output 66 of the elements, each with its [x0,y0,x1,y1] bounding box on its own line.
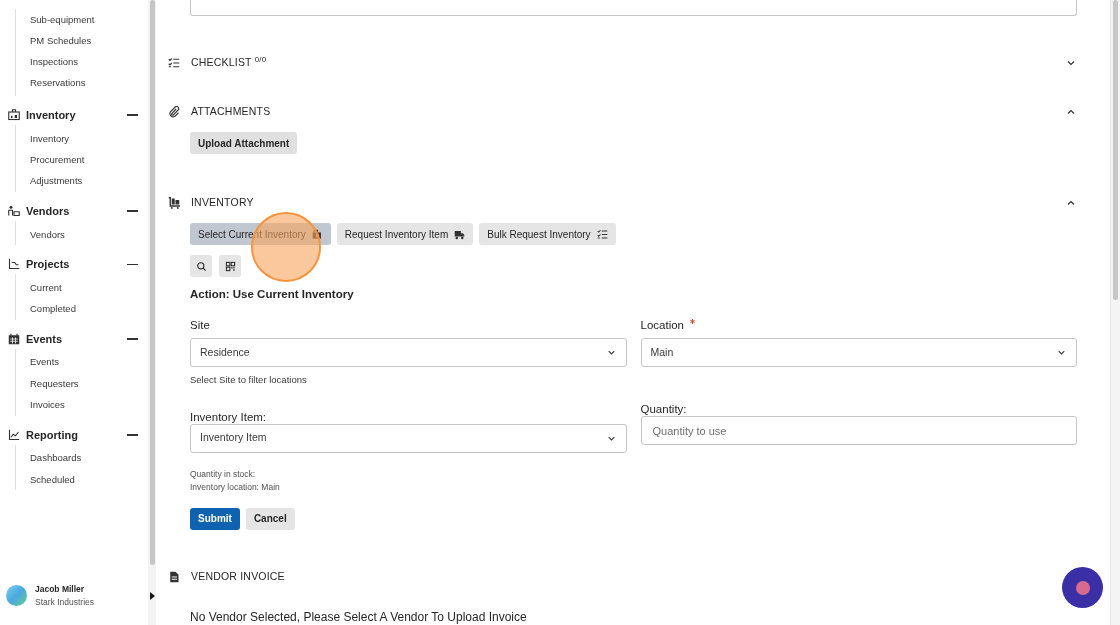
submit-button[interactable]: Submit [190,507,240,530]
paperclip-icon [168,106,180,118]
sidebar-item[interactable]: PM Schedules [30,30,148,52]
checklist-icon [168,57,180,69]
line-chart-icon [8,428,20,441]
chat-button[interactable] [1062,567,1103,608]
field-label: Location [640,318,684,332]
select-value: Residence [200,344,251,360]
search-icon [195,260,207,272]
user-name: Jacob Miller [35,583,86,596]
select-field[interactable]: Inventory Item [190,423,627,453]
chart-icon [8,258,20,271]
inventory-tab[interactable]: Request Inventory Item [336,223,474,245]
group-label[interactable]: Events [26,330,127,348]
avatar [6,585,27,607]
sidebar-item[interactable]: Events [30,351,148,374]
sidebar-item[interactable]: Procurement [30,149,148,171]
qr-code-icon [224,260,236,272]
vendor-message: No Vendor Selected, Please Select A Vendor To Upload Invoice [190,608,528,625]
sidebar-item[interactable]: Current [30,277,148,299]
shelf-icon [8,109,20,122]
group-label[interactable]: Inventory [26,106,127,124]
cancel-button[interactable]: Cancel [245,507,295,530]
inventory-tab[interactable]: Bulk Request Inventory [479,223,616,245]
sidebar-item[interactable]: Dashboards [30,447,148,470]
quantity-field[interactable]: Quantity to use [640,416,1077,446]
info-text: Inventory location: Main [190,480,281,493]
section-title: ATTACHMENTS [191,104,272,120]
section-title: INVENTORY [191,195,255,211]
cart-icon [168,197,180,209]
sidebar-item[interactable]: Scheduled [30,469,148,491]
company-name: Stark Industries [35,595,96,609]
select-value: Main [650,344,675,360]
group-label[interactable]: Vendors [26,202,127,220]
search-button[interactable] [190,255,212,277]
sidebar-item[interactable]: Adjustments [30,170,148,193]
box-icon [311,228,323,240]
people-icon [8,205,20,218]
select-field[interactable]: Main [640,338,1077,368]
sidebar-item[interactable]: Invoices [30,394,148,416]
helper-text: Select Site to filter locations [190,373,308,388]
field-label: Inventory Item: [190,409,268,423]
group-label[interactable]: Reporting [26,426,127,444]
sidebar-item[interactable]: Inspections [30,51,148,73]
select-value: Inventory Item [200,430,268,446]
calendar-icon [8,332,20,345]
document-icon [168,570,180,583]
select-field[interactable]: Residence [190,338,627,368]
field-label: Site [190,318,211,332]
sidebar-item[interactable]: Reservations [30,72,148,95]
field-label: Quantity: [640,402,688,416]
section-title: VENDOR INVOICE [191,568,286,584]
truck-icon [454,228,466,240]
scan-button[interactable] [219,255,241,277]
sidebar-item[interactable]: Vendors [30,224,148,246]
sidebar-item[interactable]: Requesters [30,373,148,395]
section-title: CHECKLIST $^{0/0}$ [191,55,268,71]
sidebar-item[interactable]: Sub-equipment [30,9,148,31]
checklist-icon [596,228,608,240]
group-label[interactable]: Projects [26,256,127,273]
caret-icon[interactable] [150,591,155,600]
upload-button[interactable]: Upload Attachment [190,132,298,154]
sidebar-item[interactable]: Completed [30,298,148,320]
action-title: Action: Use Current Inventory [190,287,355,302]
sidebar-item[interactable]: Inventory [30,128,148,150]
info-text: Quantity in stock: [190,467,257,480]
